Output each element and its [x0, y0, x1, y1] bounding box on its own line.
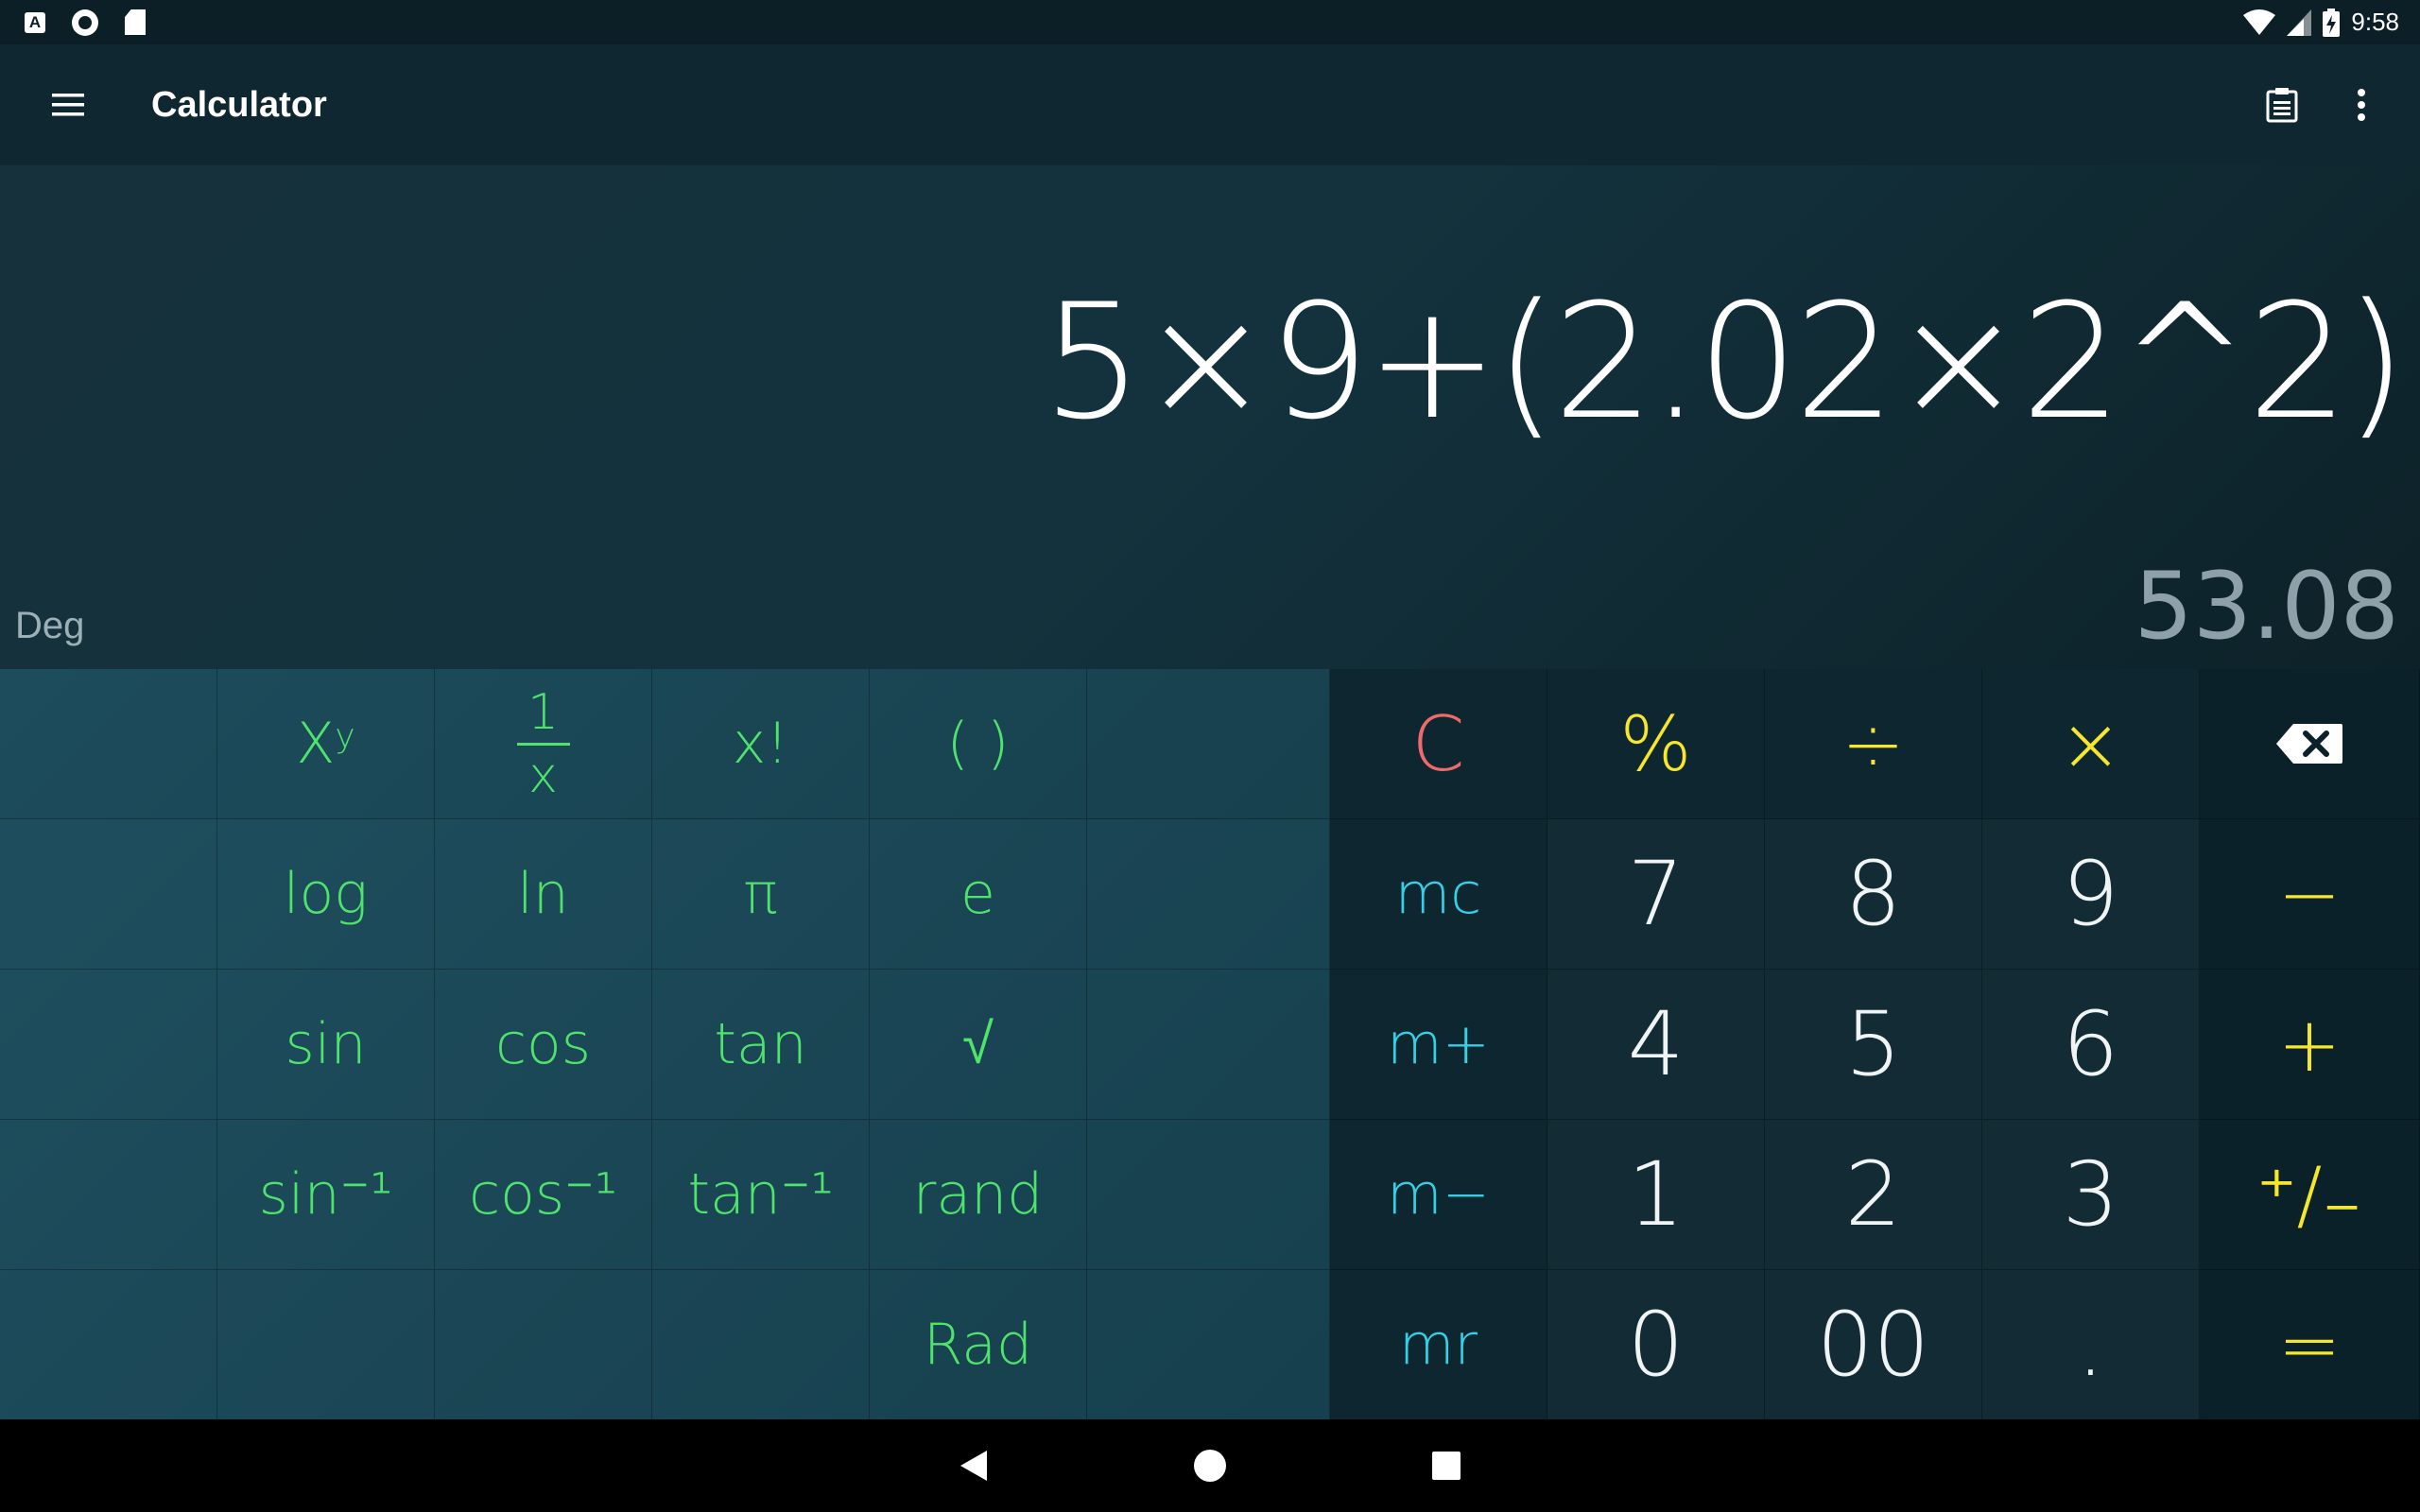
power-key[interactable]: Xy — [217, 669, 435, 819]
log-key[interactable]: log — [217, 819, 435, 970]
clear-key[interactable]: C — [1330, 669, 1547, 819]
menu-icon — [52, 94, 84, 116]
empty-key — [0, 1120, 217, 1270]
more-options-button[interactable] — [2322, 65, 2401, 145]
sd-card-icon — [125, 9, 146, 35]
tan-key[interactable]: tan — [652, 970, 870, 1120]
recents-icon — [1432, 1452, 1461, 1480]
factorial-key[interactable]: x! — [652, 669, 870, 819]
reciprocal-numerator: 1 — [527, 683, 560, 741]
empty-key — [1087, 1270, 1330, 1420]
asin-key[interactable]: sin⁻¹ — [217, 1120, 435, 1270]
digit-2-key[interactable]: 2 — [1765, 1120, 1982, 1270]
app-a-icon: A — [25, 11, 45, 33]
plus-minus-key[interactable]: ⁺∕₋ — [2200, 1120, 2420, 1270]
double-zero-key[interactable]: 00 — [1765, 1270, 1982, 1420]
digit-5-key[interactable]: 5 — [1765, 970, 1982, 1120]
memory-minus-key[interactable]: m− — [1330, 1120, 1547, 1270]
angle-mode-label: Deg — [15, 605, 85, 646]
e-key[interactable]: e — [870, 819, 1087, 970]
reciprocal-key[interactable]: 1 x — [435, 669, 652, 819]
back-icon — [960, 1451, 987, 1481]
ln-key[interactable]: ln — [435, 819, 652, 970]
history-clipboard-icon — [2266, 88, 2298, 123]
empty-key — [1087, 1120, 1330, 1270]
empty-key — [1087, 819, 1330, 970]
empty-key — [1087, 970, 1330, 1120]
percent-key[interactable]: % — [1547, 669, 1765, 819]
digit-1-key[interactable]: 1 — [1547, 1120, 1765, 1270]
history-button[interactable] — [2242, 65, 2322, 145]
digit-0-key[interactable]: 0 — [1547, 1270, 1765, 1420]
status-time: 9:58 — [2351, 8, 2399, 36]
cos-key[interactable]: cos — [435, 970, 652, 1120]
digit-8-key[interactable]: 8 — [1765, 819, 1982, 970]
pi-key[interactable]: π — [652, 819, 870, 970]
empty-key — [217, 1270, 435, 1420]
backspace-key[interactable] — [2200, 669, 2420, 819]
digit-3-key[interactable]: 3 — [1982, 1120, 2200, 1270]
recents-button[interactable] — [1418, 1437, 1475, 1494]
calculator-display: 5×9+(2.02×2^2) 53.08 Deg — [0, 165, 2420, 669]
multiply-key[interactable]: × — [1982, 669, 2200, 819]
empty-key — [0, 819, 217, 970]
digit-6-key[interactable]: 6 — [1982, 970, 2200, 1120]
empty-key — [0, 669, 217, 819]
battery-charging-icon — [2323, 8, 2341, 37]
rad-key[interactable]: Rad — [870, 1270, 1087, 1420]
backspace-icon — [2276, 724, 2342, 764]
home-icon — [1194, 1450, 1226, 1482]
empty-key — [652, 1270, 870, 1420]
scientific-panel: Xy 1 x x! ( ) log ln π e sin cos tan √ s… — [0, 669, 1330, 1420]
status-bar: A 9:58 — [0, 0, 2420, 44]
home-button[interactable] — [1182, 1437, 1238, 1494]
sqrt-key[interactable]: √ — [870, 970, 1087, 1120]
keypad: Xy 1 x x! ( ) log ln π e sin cos tan √ s… — [0, 669, 2420, 1420]
fraction-bar — [516, 742, 570, 746]
empty-key — [0, 1270, 217, 1420]
acos-key[interactable]: cos⁻¹ — [435, 1120, 652, 1270]
sin-key[interactable]: sin — [217, 970, 435, 1120]
atan-key[interactable]: tan⁻¹ — [652, 1120, 870, 1270]
app-actions — [2242, 65, 2401, 145]
cell-signal-icon — [2287, 9, 2312, 36]
empty-key — [1087, 669, 1330, 819]
memory-recall-key[interactable]: mr — [1330, 1270, 1547, 1420]
sync-circle-icon — [72, 9, 98, 36]
expression-text[interactable]: 5×9+(2.02×2^2) — [1042, 269, 2407, 455]
back-button[interactable] — [945, 1437, 1002, 1494]
empty-key — [0, 970, 217, 1120]
power-key-sup: y — [335, 717, 355, 757]
reciprocal-denominator: x — [528, 747, 558, 804]
digit-9-key[interactable]: 9 — [1982, 819, 2200, 970]
rand-key[interactable]: rand — [870, 1120, 1087, 1270]
decimal-key[interactable]: . — [1982, 1270, 2200, 1420]
memory-plus-key[interactable]: m+ — [1330, 970, 1547, 1120]
digit-4-key[interactable]: 4 — [1547, 970, 1765, 1120]
app-bar: Calculator — [0, 44, 2420, 165]
digit-7-key[interactable]: 7 — [1547, 819, 1765, 970]
memory-clear-key[interactable]: mc — [1330, 819, 1547, 970]
result-text: 53.08 — [2134, 553, 2399, 661]
menu-button[interactable] — [0, 44, 136, 165]
number-panel: C % ÷ × mc 7 8 9 − m+ 4 5 6 + m− 1 2 3 ⁺… — [1330, 669, 2420, 1420]
app-title: Calculator — [151, 84, 327, 125]
status-left-icons: A — [25, 9, 146, 36]
parentheses-key[interactable]: ( ) — [870, 669, 1087, 819]
equals-key[interactable]: = — [2200, 1270, 2420, 1420]
power-key-base: X — [296, 711, 336, 777]
minus-key[interactable]: − — [2200, 819, 2420, 970]
divide-key[interactable]: ÷ — [1765, 669, 1982, 819]
status-right-icons: 9:58 — [2243, 8, 2399, 37]
plus-key[interactable]: + — [2200, 970, 2420, 1120]
navigation-bar — [0, 1419, 2420, 1512]
wifi-icon — [2243, 9, 2276, 35]
more-vert-icon — [2358, 89, 2365, 121]
reciprocal-fraction: 1 x — [516, 683, 570, 804]
empty-key — [435, 1270, 652, 1420]
